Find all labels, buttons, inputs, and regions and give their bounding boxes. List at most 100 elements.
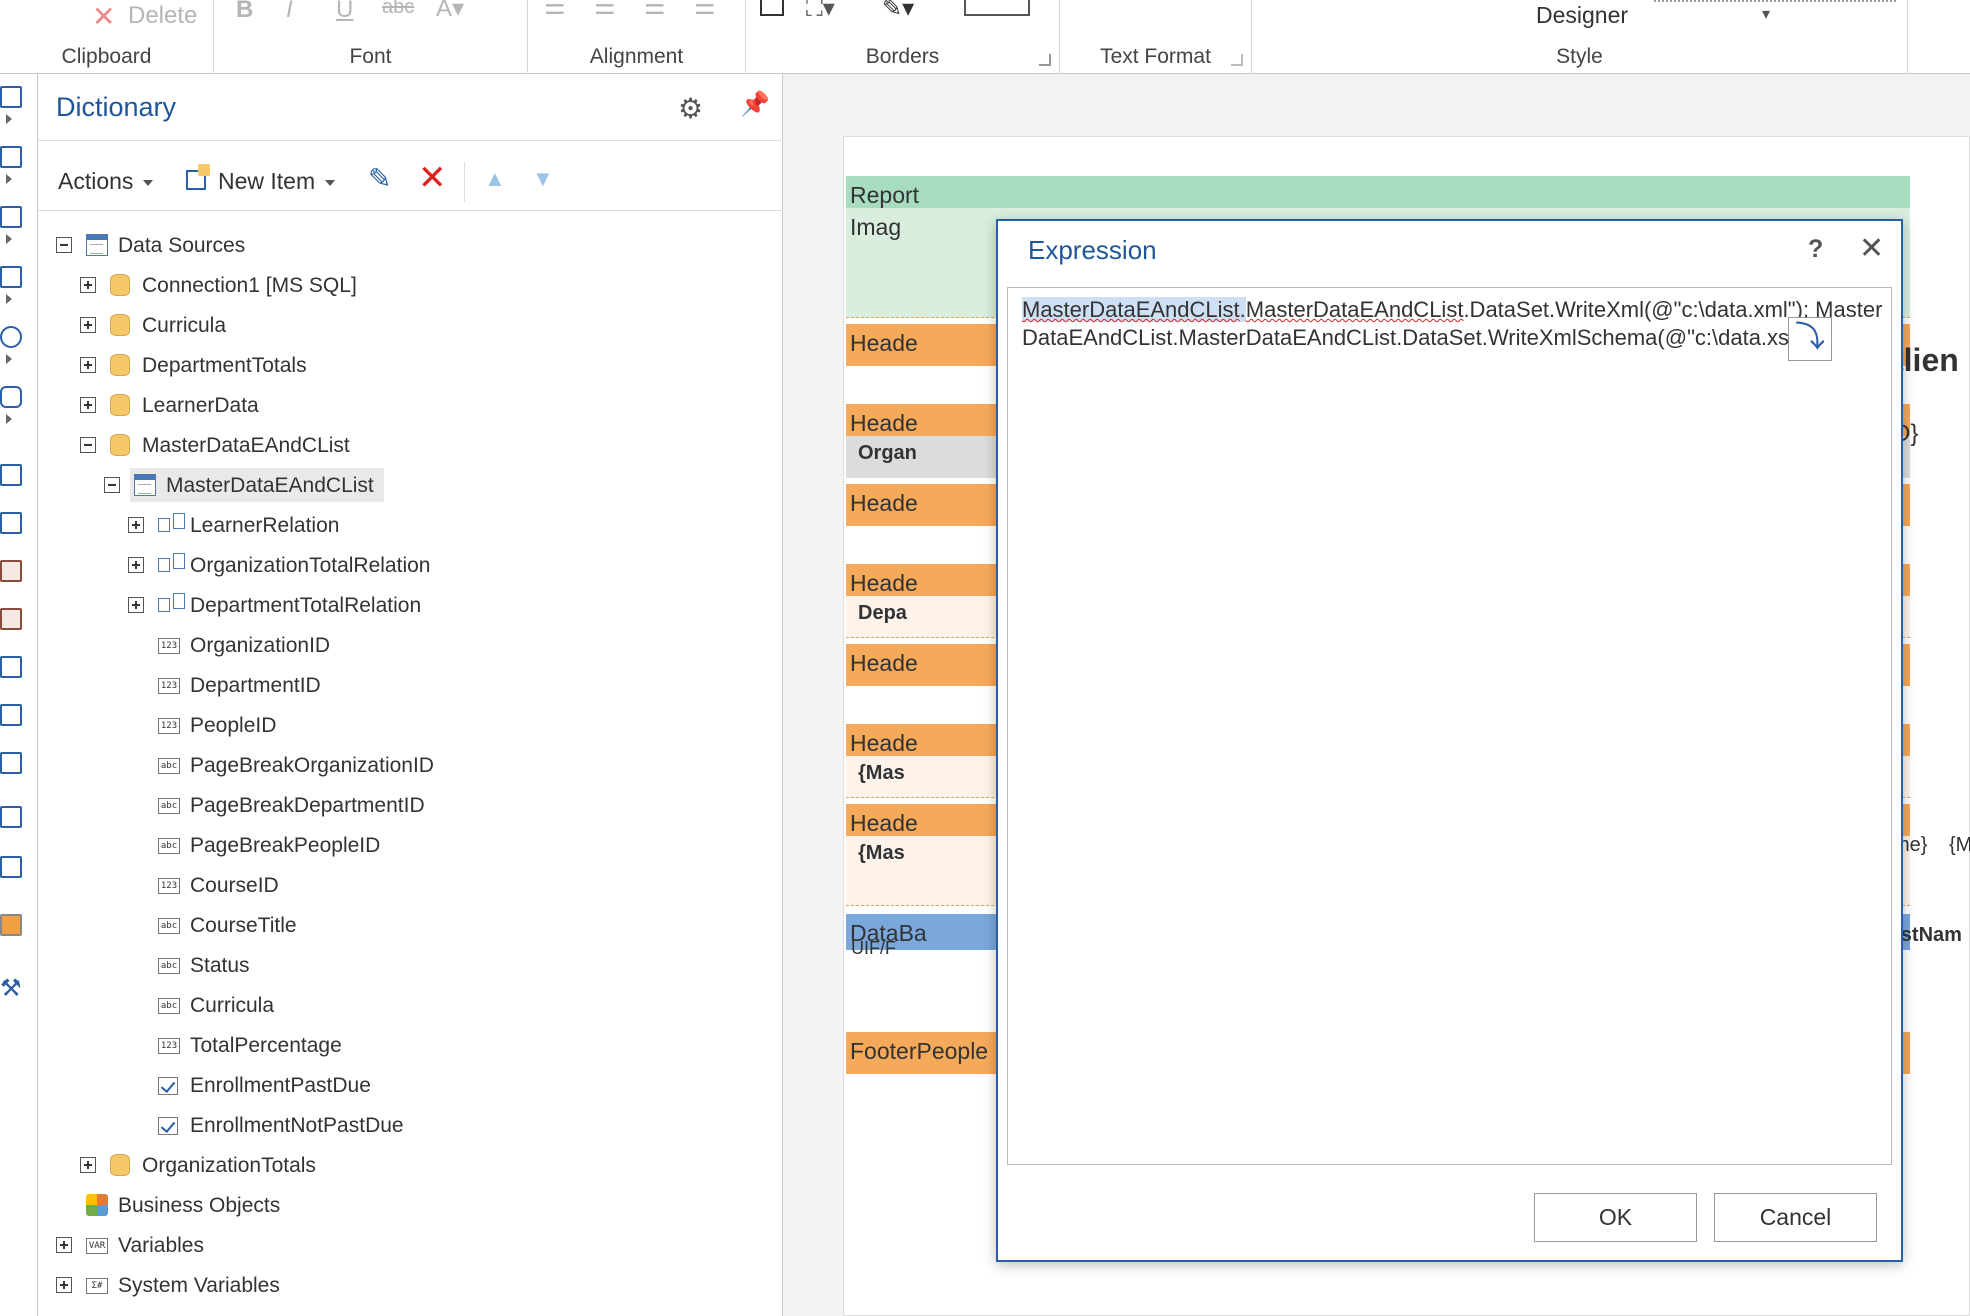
tree-item[interactable]: Connection1 [MS SQL] <box>38 268 783 302</box>
ok-button[interactable]: OK <box>1534 1193 1697 1242</box>
text-in-cells-component-icon[interactable] <box>0 560 22 582</box>
actions-label: Actions <box>58 168 134 194</box>
tools-component-icon[interactable]: ⚒ <box>0 974 22 1002</box>
border-style-dropdown[interactable] <box>964 0 1030 16</box>
panel-component-icon[interactable] <box>0 656 22 678</box>
underline-button[interactable]: U <box>336 0 353 24</box>
rich-text-component-icon[interactable] <box>0 512 22 534</box>
shapes-component-icon[interactable] <box>0 326 22 364</box>
sub-report-component-icon[interactable] <box>0 752 22 774</box>
italic-button[interactable]: I <box>286 0 293 24</box>
align-center-icon[interactable]: ☰ <box>594 0 616 21</box>
style-selector[interactable] <box>1654 0 1896 2</box>
tree-item[interactable]: Business Objects <box>38 1188 783 1222</box>
new-item-icon <box>186 164 216 194</box>
word-wrap-icon[interactable]: ⤵ <box>1788 317 1832 361</box>
tree-item[interactable]: DepartmentTotals <box>38 348 783 382</box>
strikethrough-button[interactable]: abc <box>382 0 414 19</box>
actions-button[interactable]: Actions <box>58 168 154 195</box>
tree-item[interactable]: abc PageBreakPeopleID <box>38 828 783 862</box>
help-icon[interactable]: ? <box>1808 235 1823 264</box>
tree-item[interactable]: 123 CourseID <box>38 868 783 902</box>
delete-icon[interactable]: ✕ <box>418 158 447 198</box>
tree-item-label: CourseTitle <box>190 914 297 937</box>
expand-icon[interactable] <box>128 557 144 573</box>
chart-component-icon[interactable] <box>0 914 22 936</box>
collapse-icon[interactable] <box>104 477 120 493</box>
tree-item[interactable]: Data Sources <box>38 228 783 262</box>
fill-color-icon[interactable]: ⛶▾ <box>806 0 835 23</box>
text-format-launcher-icon[interactable] <box>1231 54 1243 66</box>
tree-item[interactable]: VAR Variables <box>38 1228 783 1262</box>
business-objects-icon <box>86 1194 108 1216</box>
image-component-icon[interactable] <box>0 856 22 878</box>
tree-item[interactable]: MasterDataEAndCList <box>38 468 783 502</box>
expand-icon[interactable] <box>56 1237 72 1253</box>
system-text-component-icon[interactable] <box>0 608 22 630</box>
move-up-icon[interactable]: ▲ <box>484 166 506 192</box>
expand-icon[interactable] <box>80 1157 96 1173</box>
delete-button[interactable]: Delete <box>128 2 197 30</box>
expand-icon[interactable] <box>80 317 96 333</box>
tree-item[interactable]: LearnerData <box>38 388 783 422</box>
tree-item-label: OrganizationTotals <box>142 1154 316 1177</box>
new-item-button[interactable]: New Item <box>218 168 336 195</box>
tree-item[interactable]: Curricula <box>38 308 783 342</box>
tree-item[interactable]: abc PageBreakOrganizationID <box>38 748 783 782</box>
table-component-icon[interactable] <box>0 266 22 304</box>
expression-code[interactable]: MasterDataEAndCList.MasterDataEAndCList.… <box>1022 296 1892 352</box>
tree-item[interactable]: DepartmentTotalRelation <box>38 588 783 622</box>
align-justify-icon[interactable]: ☰ <box>694 0 716 21</box>
checkbox-component-icon[interactable] <box>0 806 22 828</box>
tree-item[interactable]: 123 OrganizationID <box>38 628 783 662</box>
container-component-icon[interactable] <box>0 704 22 726</box>
expand-icon[interactable] <box>128 597 144 613</box>
align-left-icon[interactable]: ☰ <box>544 0 566 21</box>
cancel-button[interactable]: Cancel <box>1714 1193 1877 1242</box>
expand-icon[interactable] <box>128 517 144 533</box>
border-color-icon[interactable]: ✎▾ <box>882 0 914 23</box>
puzzle-component-icon[interactable] <box>0 386 22 424</box>
tree-item[interactable]: OrganizationTotalRelation <box>38 548 783 582</box>
tree-item[interactable]: abc Status <box>38 948 783 982</box>
tree-item[interactable]: OrganizationTotals <box>38 1148 783 1182</box>
border-box-icon[interactable] <box>760 0 784 16</box>
components-component-icon[interactable] <box>0 206 22 244</box>
collapse-icon[interactable] <box>80 437 96 453</box>
expression-editor[interactable]: MasterDataEAndCList.MasterDataEAndCList.… <box>1007 287 1892 1165</box>
tree-item[interactable]: LearnerRelation <box>38 508 783 542</box>
expand-icon[interactable] <box>80 277 96 293</box>
font-color-icon[interactable]: A▾ <box>436 0 464 23</box>
cross-band-component-icon[interactable] <box>0 146 22 184</box>
expand-icon[interactable] <box>80 357 96 373</box>
pin-icon[interactable]: 📌 <box>740 90 770 119</box>
tree-item[interactable]: 123 TotalPercentage <box>38 1028 783 1062</box>
database-icon <box>110 394 130 416</box>
numeric-field-icon: 123 <box>158 678 180 694</box>
tree-item[interactable]: EnrollmentNotPastDue <box>38 1108 783 1142</box>
band-label: Depa <box>858 602 907 624</box>
band-component-icon[interactable] <box>0 86 22 124</box>
align-right-icon[interactable]: ☰ <box>644 0 666 21</box>
expand-icon[interactable] <box>80 397 96 413</box>
style-designer-button[interactable]: Designer <box>1536 2 1628 29</box>
expand-icon[interactable] <box>56 1277 72 1293</box>
tree-item[interactable]: Σ# System Variables <box>38 1268 783 1302</box>
close-icon[interactable]: ✕ <box>1859 231 1884 266</box>
tree-item[interactable]: abc Curricula <box>38 988 783 1022</box>
collapse-icon[interactable] <box>56 237 72 253</box>
text-component-icon[interactable] <box>0 464 22 486</box>
edit-icon[interactable]: ✎ <box>368 162 391 195</box>
borders-launcher-icon[interactable] <box>1039 54 1051 66</box>
tree-item[interactable]: 123 PeopleID <box>38 708 783 742</box>
chevron-down-icon[interactable]: ▾ <box>1762 4 1770 24</box>
tree-item[interactable]: abc PageBreakDepartmentID <box>38 788 783 822</box>
report-band[interactable]: Report <box>846 176 1910 208</box>
tree-item[interactable]: EnrollmentPastDue <box>38 1068 783 1102</box>
gear-icon[interactable]: ⚙ <box>678 92 703 125</box>
bold-button[interactable]: B <box>236 0 253 24</box>
tree-item[interactable]: MasterDataEAndCList <box>38 428 783 462</box>
tree-item[interactable]: abc CourseTitle <box>38 908 783 942</box>
move-down-icon[interactable]: ▼ <box>532 166 554 192</box>
tree-item[interactable]: 123 DepartmentID <box>38 668 783 702</box>
